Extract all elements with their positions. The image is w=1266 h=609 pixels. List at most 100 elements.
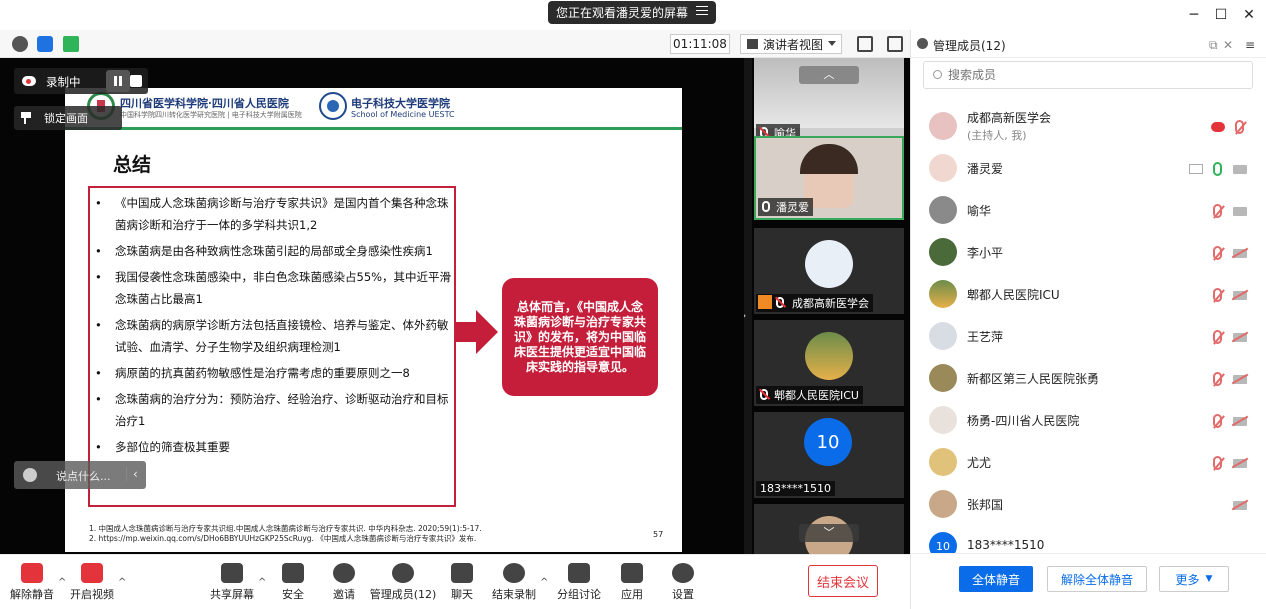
- fullscreen-icon[interactable]: [857, 36, 873, 52]
- camera-off-icon[interactable]: [1233, 375, 1247, 384]
- member-name: 潘灵爱: [967, 162, 1004, 176]
- tile-name-text: 郫都人民医院ICU: [774, 389, 859, 402]
- lock-view-button[interactable]: 锁定画面: [14, 106, 122, 130]
- share-notice-text: 您正在观看潘灵爱的屏幕: [556, 6, 689, 20]
- invite-button[interactable]: 邀请: [314, 561, 374, 607]
- footnote: 1. 中国成人念珠菌病诊断与治疗专家共识组.中国成人念珠菌病诊断与治疗专家共识.…: [89, 524, 482, 533]
- video-tile-active-speaker[interactable]: 潘灵爱: [754, 136, 904, 220]
- member-row[interactable]: 张邦国: [911, 484, 1266, 526]
- chat-placeholder: 说点什么...: [56, 470, 111, 483]
- member-row[interactable]: 成都高新医学会 (主持人, 我): [911, 106, 1266, 148]
- menu-icon[interactable]: [696, 6, 708, 18]
- mic-muted-icon[interactable]: [1213, 288, 1222, 302]
- member-name: 王艺萍: [967, 330, 1004, 344]
- shield-icon[interactable]: [37, 36, 53, 52]
- share-screen-icon: [221, 563, 243, 583]
- mic-icon[interactable]: [1213, 162, 1222, 176]
- camera-off-icon[interactable]: [1233, 291, 1247, 300]
- manage-members-button[interactable]: 管理成员(12): [366, 561, 440, 607]
- screen-share-icon: [1189, 164, 1203, 174]
- video-tile[interactable]: ︿ 喻华: [754, 58, 904, 144]
- scroll-down-button[interactable]: ﹀: [799, 524, 859, 542]
- share-notice[interactable]: 您正在观看潘灵爱的屏幕: [548, 1, 716, 24]
- camera-off-icon[interactable]: [1233, 459, 1247, 468]
- camera-icon[interactable]: [1233, 207, 1247, 216]
- start-video-button[interactable]: 开启视频: [62, 561, 122, 607]
- chevron-down-icon: ▼: [1205, 574, 1213, 584]
- quick-chat-input[interactable]: 说点什么... ‹: [14, 461, 146, 489]
- avatar: [929, 364, 957, 392]
- list-item: 多部位的筛查极其重要: [93, 436, 453, 458]
- minimize-icon[interactable]: ─: [1185, 6, 1203, 24]
- pause-icon[interactable]: [106, 70, 130, 92]
- recording-label: 录制中: [46, 75, 81, 89]
- share-screen-label: 共享屏幕: [210, 588, 254, 601]
- camera-off-icon[interactable]: [1233, 501, 1247, 510]
- member-row[interactable]: 新都区第三人民医院张勇: [911, 358, 1266, 400]
- end-recording-button[interactable]: 结束录制: [484, 561, 544, 607]
- member-row[interactable]: 李小平: [911, 232, 1266, 274]
- member-row[interactable]: 杨勇-四川省人民医院: [911, 400, 1266, 442]
- mic-muted-icon[interactable]: [1213, 456, 1222, 470]
- stop-record-icon: [503, 563, 525, 583]
- user-icon: [917, 38, 928, 49]
- scroll-up-button[interactable]: ︿: [799, 66, 859, 84]
- close-icon[interactable]: ✕: [1240, 6, 1258, 24]
- video-tile[interactable]: 成都高新医学会: [754, 228, 904, 314]
- member-search[interactable]: [923, 61, 1253, 89]
- member-row[interactable]: 王艺萍: [911, 316, 1266, 358]
- gear-icon: [672, 563, 694, 583]
- chevron-up-icon[interactable]: ^: [540, 577, 548, 588]
- more-button[interactable]: 更多 ▼: [1159, 566, 1229, 592]
- menu-icon[interactable]: ≡: [1245, 38, 1255, 52]
- member-row[interactable]: 郫都人民医院ICU: [911, 274, 1266, 316]
- chevron-up-icon[interactable]: ^: [118, 577, 126, 588]
- mic-muted-icon[interactable]: [1213, 372, 1222, 386]
- breakout-button[interactable]: 分组讨论: [549, 561, 609, 607]
- maximize-icon[interactable]: ☐: [1212, 6, 1230, 24]
- camera-off-icon[interactable]: [1233, 333, 1247, 342]
- emoji-icon[interactable]: [23, 468, 37, 482]
- member-name: 杨勇-四川省人民医院: [967, 414, 1080, 428]
- mic-muted-icon[interactable]: [1213, 414, 1222, 428]
- chevron-left-icon[interactable]: ‹: [126, 467, 138, 481]
- video-tile[interactable]: 郫都人民医院ICU: [754, 320, 904, 406]
- member-row[interactable]: 尤尤: [911, 442, 1266, 484]
- video-tile[interactable]: ﹀: [754, 504, 904, 554]
- unmute-button[interactable]: 解除静音: [2, 561, 62, 607]
- camera-off-icon[interactable]: [1233, 417, 1247, 426]
- lock-view-label: 锁定画面: [44, 112, 88, 125]
- list-item: 我国侵袭性念珠菌感染中，非白色念珠菌感染占55%，其中近平滑念珠菌占比最高1: [93, 266, 453, 310]
- share-screen-button[interactable]: 共享屏幕: [202, 561, 262, 607]
- recording-icon: [1211, 122, 1225, 132]
- camera-off-icon[interactable]: [1233, 249, 1247, 258]
- university-logo: [319, 92, 347, 120]
- slide: 四川省医学科学院·四川省人民医院 中国科学院四川转化医学研究医院 | 电子科技大…: [65, 88, 682, 552]
- video-strip: › ︿ 喻华 潘灵爱 成都高新医学会 郫都人民医院ICU 10 183****1…: [744, 58, 910, 554]
- video-tile[interactable]: 10 183****1510: [754, 412, 904, 498]
- layout-icon[interactable]: [887, 36, 903, 52]
- mute-all-button[interactable]: 全体静音: [959, 566, 1033, 592]
- avatar: [929, 448, 957, 476]
- mic-muted-icon[interactable]: [1213, 204, 1222, 218]
- member-name: 尤尤: [967, 456, 992, 470]
- breakout-label: 分组讨论: [557, 588, 601, 601]
- mic-muted-icon[interactable]: [1213, 246, 1222, 260]
- unmute-all-button[interactable]: 解除全体静音: [1047, 566, 1147, 592]
- member-row[interactable]: 喻华: [911, 190, 1266, 232]
- settings-button[interactable]: 设置: [653, 561, 713, 607]
- strip-collapse-handle[interactable]: ›: [744, 58, 752, 554]
- camera-icon[interactable]: [1233, 165, 1247, 174]
- popout-icon[interactable]: ⧉: [1209, 38, 1218, 53]
- close-panel-icon[interactable]: ✕: [1223, 38, 1233, 52]
- chat-button[interactable]: 聊天: [432, 561, 492, 607]
- member-row[interactable]: 潘灵爱: [911, 148, 1266, 190]
- end-meeting-button[interactable]: 结束会议: [808, 565, 878, 597]
- mic-muted-icon[interactable]: [1213, 330, 1222, 344]
- mic-muted-icon[interactable]: [1235, 120, 1244, 134]
- stop-icon[interactable]: [130, 75, 142, 87]
- search-input[interactable]: [948, 66, 1238, 84]
- signal-icon[interactable]: [63, 36, 79, 52]
- view-mode-select[interactable]: 演讲者视图: [740, 34, 842, 54]
- info-icon[interactable]: [12, 36, 28, 52]
